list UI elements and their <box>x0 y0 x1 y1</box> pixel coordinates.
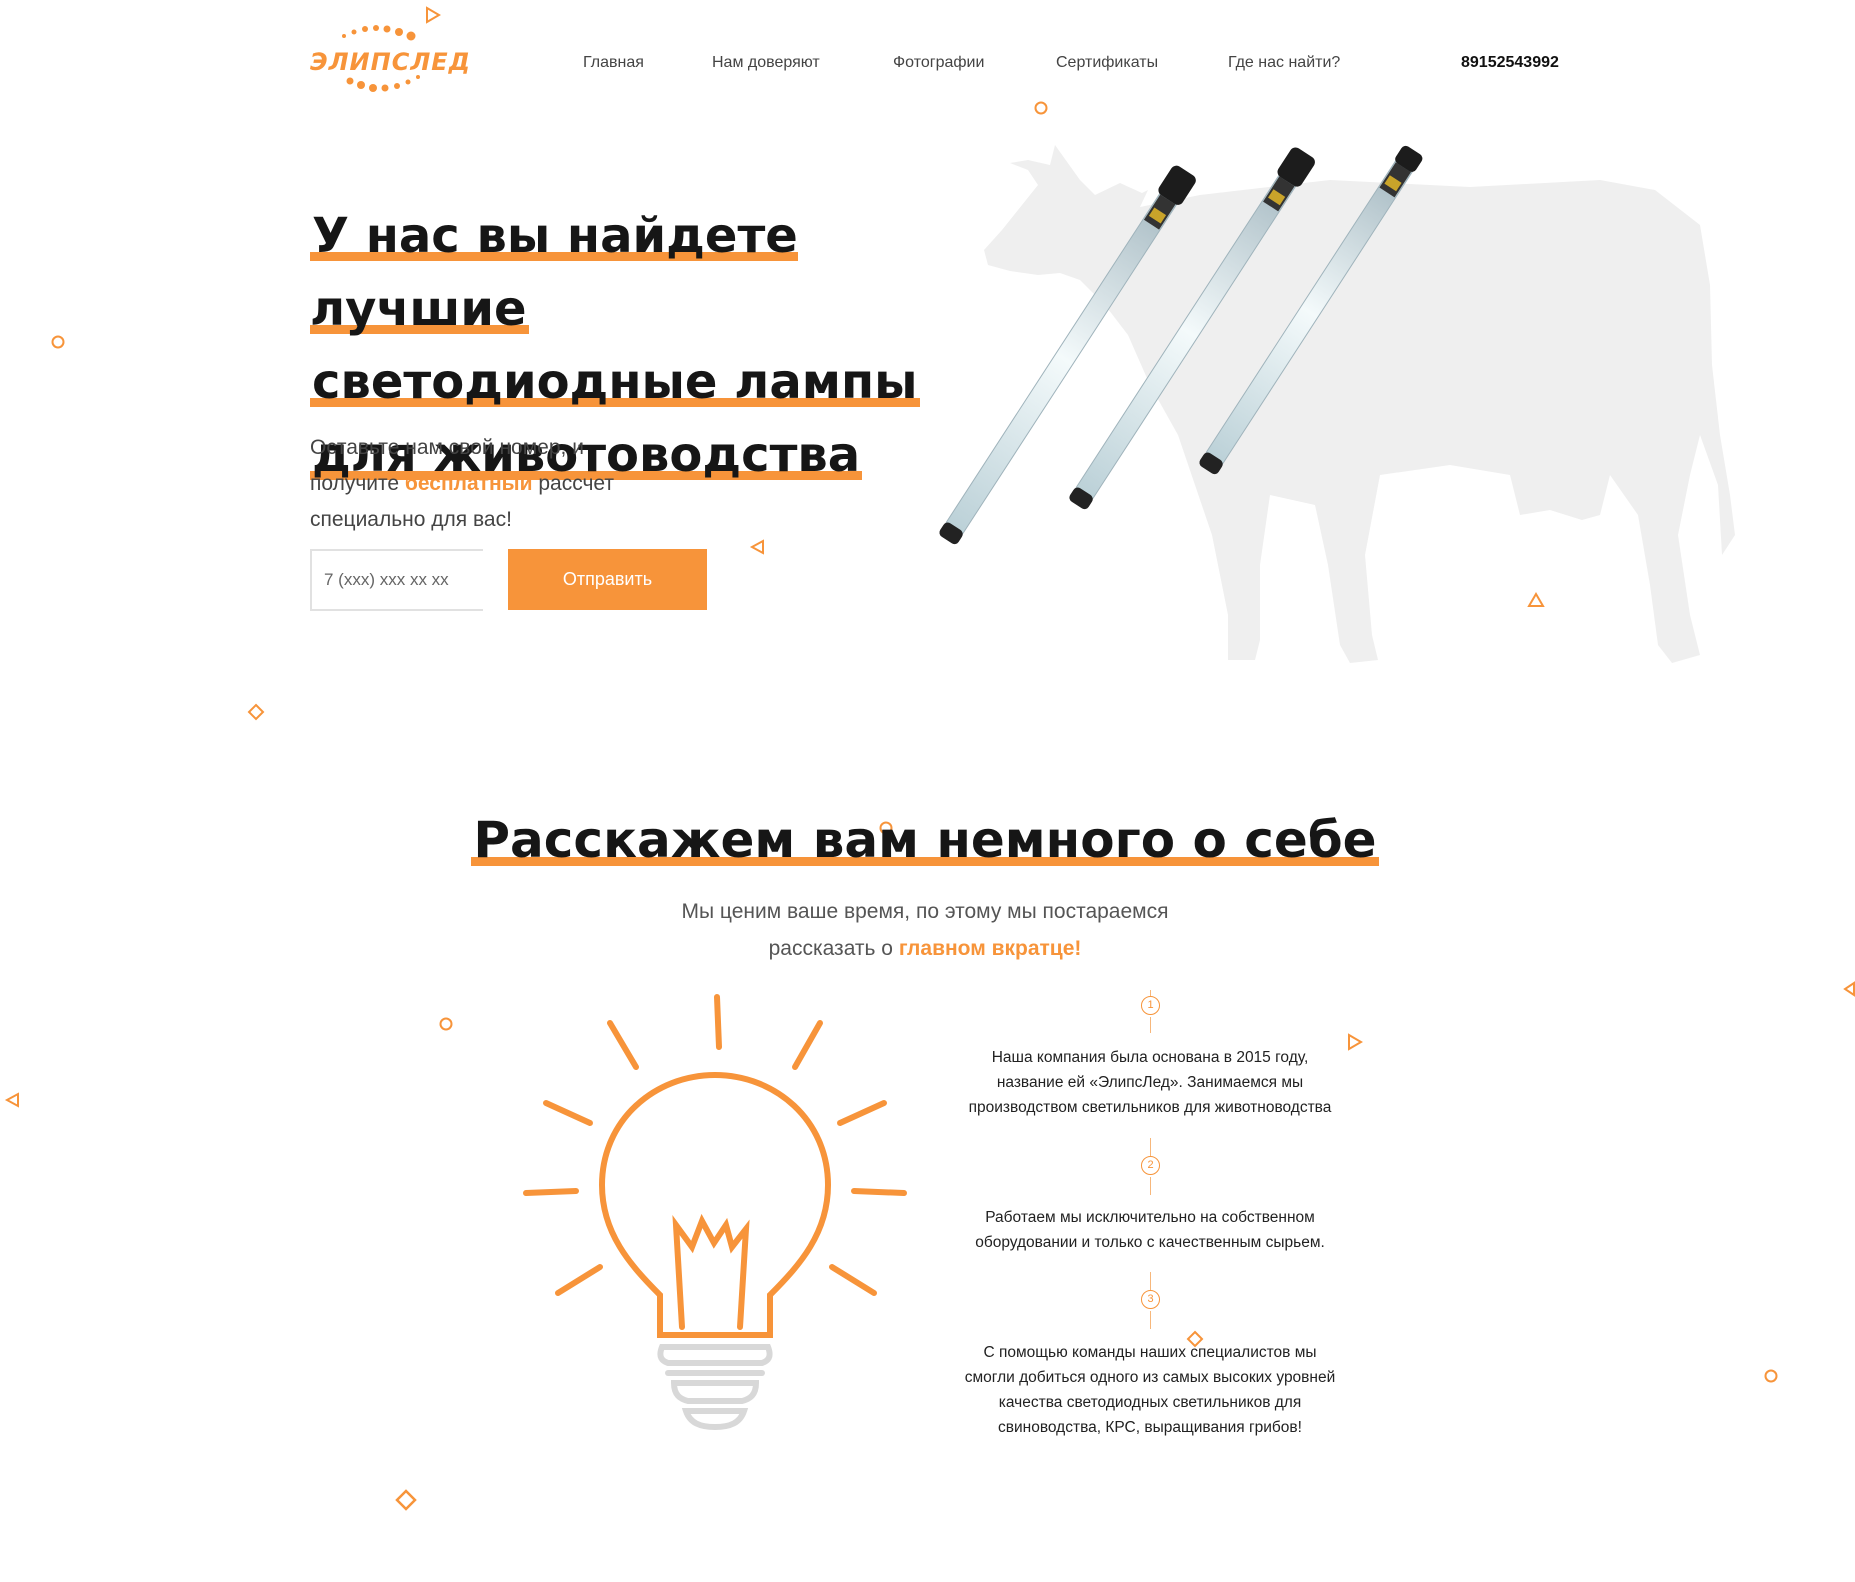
about-subtitle: Мы ценим ваше время, по этому мы постара… <box>620 893 1230 967</box>
step-number: 2 <box>1141 1156 1160 1175</box>
nav-link-location[interactable]: Где нас найти? <box>1228 54 1340 72</box>
decor-triangle <box>4 1092 19 1108</box>
step-text: С помощью команды наших специалистов мы … <box>950 1340 1350 1440</box>
hero-text-line: Оставьте нам свой номер, и <box>310 436 584 459</box>
hero-text-line: получите <box>310 472 405 495</box>
nav-link-clients[interactable]: Нам доверяют <box>712 54 820 72</box>
decor-circle <box>439 1017 453 1031</box>
hero-title-line: У нас вы найдете лучшие <box>310 208 798 337</box>
decor-circle <box>51 335 65 349</box>
nav-link-certificates[interactable]: Сертификаты <box>1056 54 1158 72</box>
about-subtitle-accent: главном вкратце! <box>898 937 1082 960</box>
timeline-line <box>1150 1311 1151 1329</box>
step-text-line: смогли добиться одного из самых высоких … <box>964 1369 1336 1386</box>
lightbulb-icon <box>523 994 907 1431</box>
step-text-line: производством светильников для животново… <box>968 1099 1332 1116</box>
about-title: Расскажем вам немного о себе <box>420 805 1430 875</box>
phone-input[interactable] <box>310 549 483 611</box>
step-text-line: качества светодиодных светильников для <box>998 1394 1302 1411</box>
decor-triangle <box>1843 981 1855 997</box>
about-subtitle-line: Мы ценим ваше время, по этому мы постара… <box>681 900 1169 923</box>
step-number: 3 <box>1141 1290 1160 1309</box>
step-text-line: свиноводства, КРС, выращивания грибов! <box>998 1419 1302 1436</box>
hero-text-line: специально для вас! <box>310 508 512 531</box>
step-text-line: С помощью команды наших специалистов мы <box>983 1344 1317 1361</box>
about-title-text: Расскажем вам немного о себе <box>471 811 1379 869</box>
step-number: 1 <box>1141 996 1160 1015</box>
nav-link-home[interactable]: Главная <box>583 54 644 72</box>
step-text-line: оборудовании и только с качественным сыр… <box>975 1234 1325 1251</box>
timeline-line <box>1150 1138 1151 1156</box>
cow-lamps-illustration <box>939 145 1735 663</box>
timeline-line <box>1150 1177 1151 1195</box>
step-text-line: название ей «ЭлипсЛед». Занимаемся мы <box>996 1074 1304 1091</box>
decor-diamond <box>395 1489 417 1511</box>
timeline-line <box>1150 1017 1151 1033</box>
hero-text-accent: бесплатный <box>404 472 533 495</box>
step-text: Работаем мы исключительно на собственном… <box>950 1205 1350 1255</box>
decor-circle <box>1034 101 1048 115</box>
header-phone[interactable]: 89152543992 <box>1461 54 1559 72</box>
timeline-line <box>1150 1272 1151 1290</box>
decor-triangle <box>749 539 764 555</box>
about-timeline: 1 Наша компания была основана в 2015 год… <box>950 990 1350 1440</box>
logo-text: ЭЛИПСЛЕД <box>310 48 472 76</box>
decor-diamond <box>247 703 265 721</box>
decor-circle <box>1764 1369 1778 1383</box>
step-text-line: Работаем мы исключительно на собственном <box>985 1209 1315 1226</box>
step-text: Наша компания была основана в 2015 году,… <box>950 1045 1350 1120</box>
about-subtitle-line: рассказать о <box>768 937 899 960</box>
nav-link-photos[interactable]: Фотографии <box>893 54 984 72</box>
hero-description: Оставьте нам свой номер, и получите бесп… <box>310 430 650 538</box>
submit-button[interactable]: Отправить <box>508 549 707 610</box>
company-logo[interactable]: ЭЛИПСЛЕД <box>310 14 470 100</box>
step-text-line: Наша компания была основана в 2015 году, <box>991 1049 1309 1066</box>
hero-text-line: рассчет <box>532 472 614 495</box>
hero-title-line: светодиодные лампы <box>310 354 920 410</box>
